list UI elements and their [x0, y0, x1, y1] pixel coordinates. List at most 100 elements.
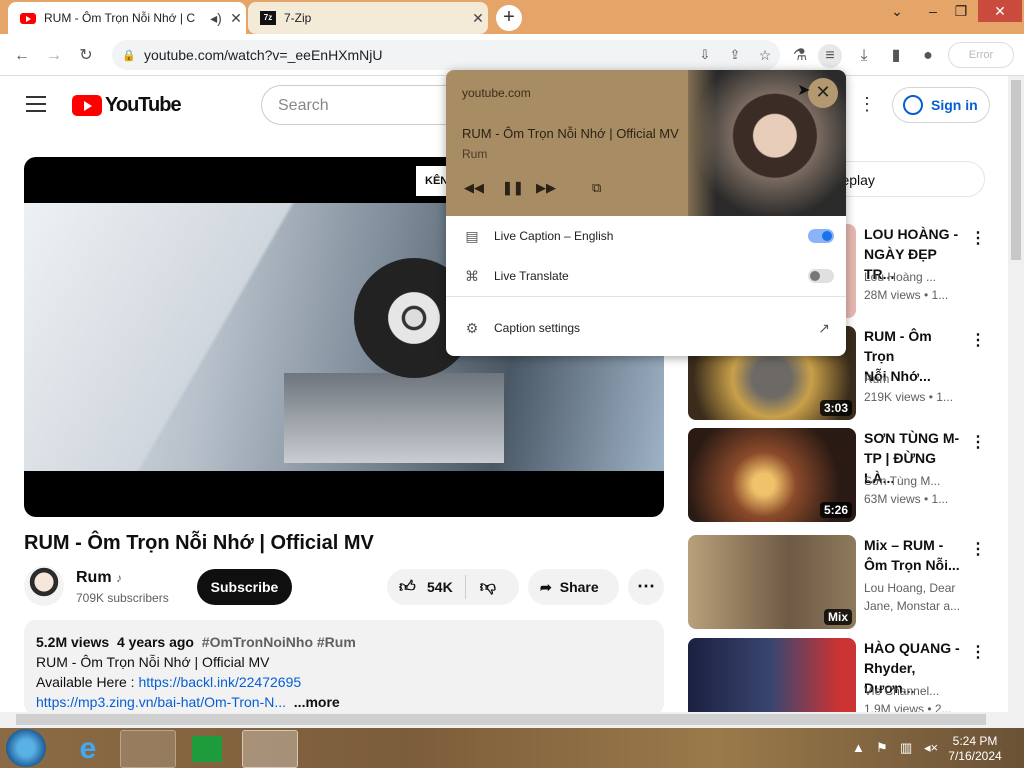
rec-kebab-icon[interactable]: ⋮ — [970, 642, 986, 662]
tab-7zip[interactable]: 7z 7-Zip ✕ — [248, 2, 488, 34]
rec-kebab-icon[interactable]: ⋮ — [970, 539, 986, 559]
network-icon[interactable]: ▥ — [900, 740, 912, 756]
tab-youtube[interactable]: RUM - Ôm Trọn Nỗi Nhớ | C ◂) ✕ — [8, 2, 246, 34]
show-more-button[interactable]: ...more — [294, 694, 340, 710]
share-page-icon[interactable]: ⇪ — [720, 47, 750, 63]
rec-thumbnail[interactable]: 5:26 — [688, 428, 856, 522]
live-caption-toggle[interactable] — [808, 229, 834, 243]
external-link-icon[interactable]: ↗ — [818, 320, 830, 337]
file-explorer-icon[interactable] — [120, 730, 176, 768]
duration-badge: 3:03 — [819, 400, 852, 416]
rec-title[interactable]: Mix – RUM - Ôm Trọn Nỗi... — [864, 535, 964, 575]
new-tab-button[interactable]: + — [496, 5, 522, 31]
caption-icon: ▤ — [465, 227, 479, 244]
rec-meta: Sơn Tùng M... 63M views • 1... — [864, 474, 949, 506]
next-track-icon[interactable]: ▶▶ — [536, 180, 556, 196]
download-icon[interactable]: ⤓ — [852, 44, 876, 68]
media-title: RUM - Ôm Trọn Nỗi Nhớ | Official MV — [462, 126, 679, 141]
mouse-cursor-icon: ➤ — [797, 82, 811, 99]
video-title: RUM - Ôm Trọn Nỗi Nhớ | Official MV — [24, 532, 374, 554]
youtube-play-icon — [72, 95, 102, 116]
sign-in-button[interactable]: Sign in — [892, 87, 990, 123]
tab-title: 7-Zip — [284, 11, 312, 25]
vertical-scroll-thumb[interactable] — [1011, 80, 1021, 260]
side-panel-icon[interactable]: ▮ — [884, 44, 908, 68]
bookmark-star-icon[interactable]: ☆ — [750, 47, 780, 64]
subscribe-button[interactable]: Subscribe — [197, 569, 292, 605]
rec-thumbnail[interactable]: Mix — [688, 535, 856, 629]
description-meta: 5.2M views 4 years ago #OmTronNoiNho #Ru… — [36, 634, 356, 650]
global-media-controls-popup: youtube.com RUM - Ôm Trọn Nỗi Nhớ | Offi… — [446, 70, 846, 356]
channel-name[interactable]: Rum ♪ — [76, 569, 122, 587]
window-close-button[interactable]: ✕ — [978, 0, 1022, 22]
description-line: RUM - Ôm Trọn Nỗi Nhớ | Official MV — [36, 654, 270, 670]
store-icon[interactable] — [192, 736, 222, 762]
live-translate-toggle[interactable] — [808, 269, 834, 283]
pause-icon[interactable]: ❚❚ — [502, 180, 524, 196]
live-caption-row[interactable]: ▤ Live Caption – English — [446, 216, 846, 256]
picture-in-picture-icon[interactable]: ⧉ — [592, 180, 601, 196]
rec-meta: Lou Hoang, Dear Jane, Monstar a... — [864, 581, 961, 613]
divider — [446, 296, 846, 297]
description-link[interactable]: https://mp3.zing.vn/bai-hat/Om-Tron-N... — [36, 694, 286, 710]
rec-kebab-icon[interactable]: ⋮ — [970, 330, 986, 350]
reload-icon[interactable]: ↻ — [74, 44, 98, 68]
close-icon[interactable]: ✕ — [808, 78, 838, 108]
description-box[interactable]: 5.2M views 4 years ago #OmTronNoiNho #Ru… — [24, 620, 664, 715]
flag-icon[interactable]: ⚑ — [876, 740, 888, 756]
duration-badge: 5:26 — [819, 502, 852, 518]
show-hidden-icons-icon[interactable]: ▲ — [852, 740, 865, 755]
profile-avatar-icon[interactable]: ● — [916, 44, 940, 68]
music-note-icon: ♪ — [116, 571, 123, 585]
search-input[interactable]: Search — [261, 85, 461, 125]
back-arrow-icon[interactable]: ← — [10, 44, 34, 68]
chrome-taskbar-icon[interactable] — [242, 730, 298, 768]
tab-title: RUM - Ôm Trọn Nỗi Nhớ | C — [44, 11, 196, 25]
rec-meta: Vie Channel... 1.9M views • 2... — [864, 684, 952, 712]
speaker-icon[interactable]: ◂) — [206, 10, 226, 27]
rec-kebab-icon[interactable]: ⋮ — [970, 432, 986, 452]
more-actions-button[interactable]: ⋯ — [628, 569, 664, 605]
previous-track-icon[interactable]: ◀◀ — [464, 180, 484, 196]
gear-icon: ⚙ — [465, 319, 479, 336]
share-arrow-icon: ➦ — [540, 578, 552, 595]
channel-overlay-badge[interactable]: KÊN — [416, 166, 448, 196]
system-clock[interactable]: 5:24 PM 7/16/2024 — [940, 734, 1010, 764]
address-bar[interactable]: 🔒 youtube.com/watch?v=_eeEnHXmNjU ⇩ ⇪ ☆ — [112, 40, 780, 70]
youtube-logo[interactable]: YouTube — [72, 94, 182, 117]
media-queue-icon[interactable]: ≡ — [818, 44, 842, 68]
rec-kebab-icon[interactable]: ⋮ — [970, 228, 986, 248]
install-icon[interactable]: ⇩ — [690, 47, 720, 63]
settings-kebab-icon[interactable]: ⋮ — [858, 94, 876, 115]
like-dislike-group: 👍︎ 54K 👎︎ — [387, 569, 519, 605]
tab-close-icon[interactable]: ✕ — [468, 10, 488, 27]
rec-thumbnail[interactable] — [688, 638, 856, 712]
description-link[interactable]: https://backl.ink/22472695 — [138, 674, 301, 690]
url-text: youtube.com/watch?v=_eeEnHXmNjU — [144, 47, 383, 63]
tab-close-icon[interactable]: ✕ — [226, 10, 246, 27]
tab-search-chevron-icon[interactable]: ⌄ — [882, 0, 912, 22]
profile-error-button[interactable]: Error — [948, 42, 1014, 68]
minimize-button[interactable]: – — [918, 0, 948, 22]
volume-muted-icon[interactable]: ◂× — [924, 740, 938, 756]
internet-explorer-icon[interactable]: e — [66, 732, 110, 766]
restore-button[interactable]: ❐ — [946, 0, 976, 22]
labs-flask-icon[interactable]: ⚗ — [788, 44, 812, 68]
live-translate-row[interactable]: ⌘ Live Translate — [446, 256, 846, 296]
thumbs-up-icon[interactable]: 👍︎ — [399, 578, 419, 597]
duration-badge: Mix — [823, 609, 852, 625]
like-count[interactable]: 54K — [427, 579, 453, 595]
start-button[interactable] — [6, 729, 46, 767]
media-card: youtube.com RUM - Ôm Trọn Nỗi Nhớ | Offi… — [446, 70, 846, 216]
forward-arrow-icon[interactable]: → — [42, 44, 66, 68]
channel-avatar[interactable] — [24, 566, 64, 606]
hamburger-menu-icon[interactable] — [26, 96, 46, 112]
thumbs-down-icon[interactable]: 👎︎ — [480, 578, 496, 597]
rec-meta: Rum 219K views • 1... — [864, 372, 953, 404]
horizontal-scroll-thumb[interactable] — [16, 714, 986, 725]
divider — [464, 575, 466, 599]
caption-settings-row[interactable]: ⚙ Caption settings ↗ — [446, 308, 846, 348]
rec-meta: Lou Hoàng ... 28M views • 1... — [864, 270, 949, 302]
share-button[interactable]: ➦ Share — [528, 569, 619, 605]
7zip-favicon-icon: 7z — [260, 11, 276, 25]
